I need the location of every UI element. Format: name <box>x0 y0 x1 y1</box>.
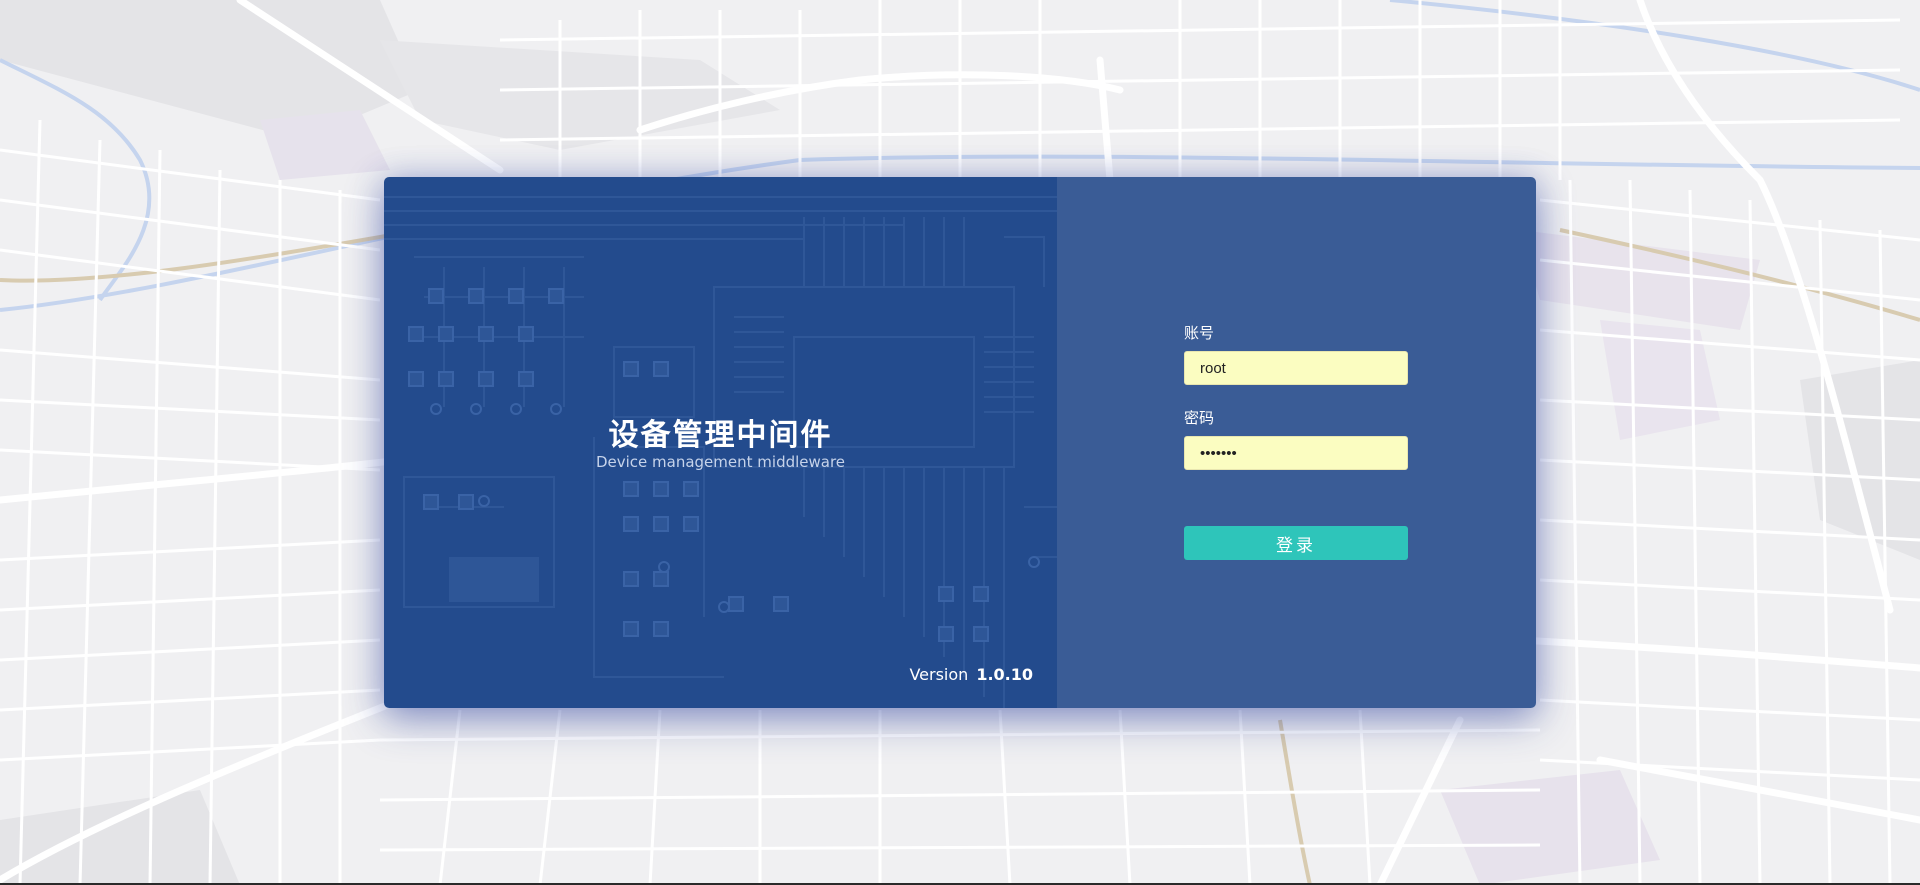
brand-panel: 设备管理中间件 Device management middleware Ver… <box>384 177 1057 708</box>
account-input[interactable] <box>1184 351 1408 385</box>
app-subtitle: Device management middleware <box>595 453 846 471</box>
password-label: 密码 <box>1184 409 1215 427</box>
account-label: 账号 <box>1184 324 1215 342</box>
password-input[interactable] <box>1184 436 1408 470</box>
login-button[interactable]: 登录 <box>1184 526 1408 560</box>
version-number: 1.0.10 <box>976 665 1033 684</box>
login-card: 设备管理中间件 Device management middleware Ver… <box>384 177 1536 708</box>
version-info: Version 1.0.10 <box>909 665 1033 684</box>
app-title: 设备管理中间件 <box>608 418 833 453</box>
version-label: Version <box>909 665 969 684</box>
login-form: 账号 密码 登录 <box>1057 177 1536 708</box>
